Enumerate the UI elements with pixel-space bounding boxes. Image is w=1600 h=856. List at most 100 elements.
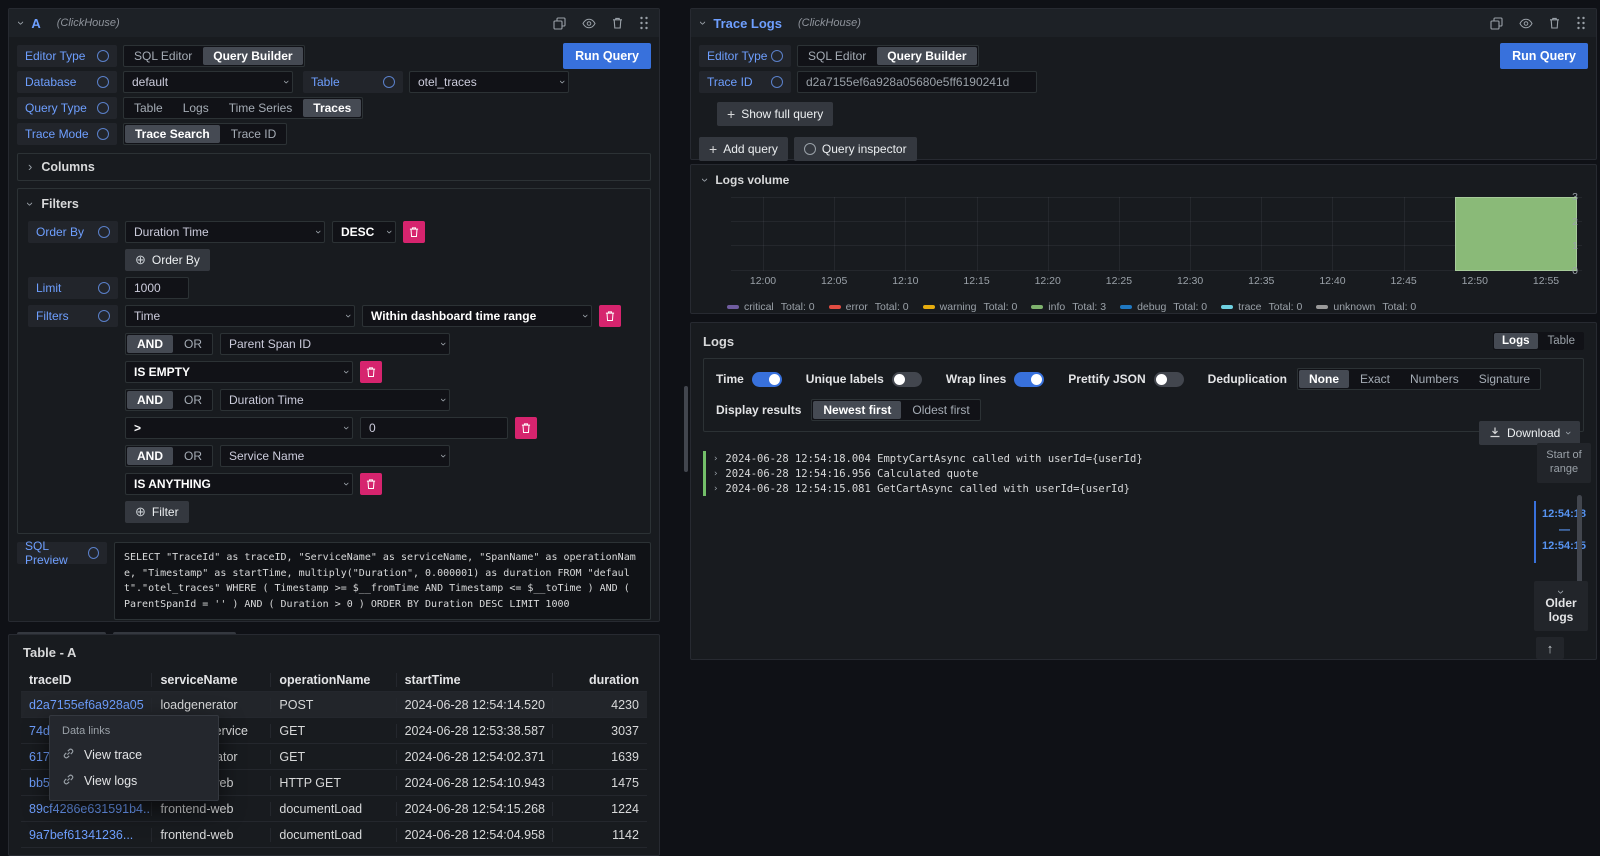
filter-field-select[interactable]: Service Name›: [220, 445, 450, 467]
query-type-traces[interactable]: Traces: [303, 99, 361, 117]
filter-field-select[interactable]: Duration Time›: [220, 389, 450, 411]
query-type-table[interactable]: Table: [124, 98, 173, 118]
filters-section-toggle[interactable]: › Filters: [28, 197, 640, 211]
older-logs-button[interactable]: › Older logs: [1534, 581, 1588, 631]
info-icon[interactable]: [98, 310, 110, 322]
info-log-volume-bar[interactable]: [1455, 197, 1577, 271]
or-option[interactable]: OR: [174, 334, 212, 354]
run-query-button[interactable]: Run Query: [563, 43, 651, 69]
vertical-scrollbar[interactable]: [684, 386, 688, 472]
dedup-signature[interactable]: Signature: [1469, 369, 1540, 389]
show-full-query-button[interactable]: +Show full query: [717, 102, 833, 126]
chevron-right-icon[interactable]: ›: [713, 454, 718, 464]
trash-icon[interactable]: [612, 17, 623, 29]
newest-first-option[interactable]: Newest first: [813, 401, 901, 419]
and-option[interactable]: AND: [127, 391, 173, 409]
add-order-by-button[interactable]: ⊕Order By: [125, 249, 210, 271]
dedup-none[interactable]: None: [1299, 370, 1349, 388]
log-row[interactable]: ›2024-06-28 12:54:16.956 Calculated quot…: [703, 466, 1513, 481]
limit-input[interactable]: 1000: [125, 277, 189, 299]
or-option[interactable]: OR: [174, 390, 212, 410]
run-query-button[interactable]: Run Query: [1500, 43, 1588, 69]
remove-filter-button[interactable]: [360, 361, 382, 383]
columns-section-toggle[interactable]: › Columns: [17, 153, 651, 181]
tab-table[interactable]: Table: [1540, 333, 1584, 349]
trace-id-input[interactable]: d2a7155ef6a928a05680e5ff6190241d: [797, 71, 1037, 93]
panel-a-title[interactable]: A: [31, 16, 40, 31]
dedup-numbers[interactable]: Numbers: [1400, 369, 1469, 389]
legend-item-critical[interactable]: criticalTotal: 0: [727, 301, 815, 313]
panel-b-title[interactable]: Trace Logs: [713, 16, 782, 31]
unique-labels-switch[interactable]: [892, 372, 922, 387]
cell-traceid[interactable]: d2a7155ef6a928a05: [21, 698, 152, 712]
drag-handle-icon[interactable]: [639, 16, 649, 30]
info-icon[interactable]: [383, 76, 395, 88]
filter-operator-select[interactable]: IS EMPTY›: [125, 361, 353, 383]
panel-b-header[interactable]: › Trace Logs (ClickHouse): [691, 9, 1596, 37]
prettify-json-switch[interactable]: [1154, 372, 1184, 387]
filter-operator-select[interactable]: >›: [125, 417, 353, 439]
chevron-right-icon[interactable]: ›: [713, 484, 718, 494]
tab-logs[interactable]: Logs: [1494, 333, 1537, 349]
info-icon[interactable]: [97, 76, 109, 88]
legend-item-warning[interactable]: warningTotal: 0: [923, 301, 1018, 313]
info-icon[interactable]: [97, 102, 109, 114]
logs-scrollbar[interactable]: [1577, 495, 1582, 585]
column-header-duration[interactable]: duration: [553, 673, 647, 687]
eye-icon[interactable]: [582, 18, 596, 29]
remove-filter-button[interactable]: [599, 305, 621, 327]
info-icon[interactable]: [771, 76, 783, 88]
remove-order-by-button[interactable]: [403, 221, 425, 243]
column-header-traceid[interactable]: traceID: [21, 673, 152, 687]
info-icon[interactable]: [98, 282, 110, 294]
info-icon[interactable]: [97, 50, 109, 62]
collapse-chevron-icon[interactable]: ›: [698, 21, 708, 25]
filter-field-select[interactable]: Parent Span ID›: [220, 333, 450, 355]
add-filter-button[interactable]: ⊕Filter: [125, 501, 189, 523]
trace-mode-id[interactable]: Trace ID: [221, 124, 287, 144]
duplicate-icon[interactable]: [553, 17, 566, 30]
duplicate-icon[interactable]: [1490, 17, 1503, 30]
query-type-timeseries[interactable]: Time Series: [219, 98, 303, 118]
collapse-chevron-icon[interactable]: ›: [16, 21, 26, 25]
download-button[interactable]: Download ›: [1479, 421, 1580, 445]
info-icon[interactable]: [771, 50, 783, 62]
trash-icon[interactable]: [1549, 17, 1560, 29]
panel-a-header[interactable]: › A (ClickHouse): [9, 9, 659, 37]
log-row[interactable]: ›2024-06-28 12:54:15.081 GetCartAsync ca…: [703, 481, 1513, 496]
filter-field-select[interactable]: Time›: [125, 305, 355, 327]
oldest-first-option[interactable]: Oldest first: [902, 400, 979, 420]
menu-item-view-trace[interactable]: View trace: [50, 742, 218, 768]
filter-value-select[interactable]: Within dashboard time range›: [362, 305, 592, 327]
cell-traceid[interactable]: 89cf4286e631591b4...: [21, 802, 152, 816]
column-header-operationname[interactable]: operationName: [271, 673, 396, 687]
dedup-exact[interactable]: Exact: [1350, 369, 1400, 389]
database-select[interactable]: default›: [123, 71, 293, 93]
tab-sql-editor[interactable]: SQL Editor: [798, 46, 876, 66]
remove-filter-button[interactable]: [360, 473, 382, 495]
logs-volume-header[interactable]: › Logs volume: [703, 173, 1584, 187]
tab-query-builder[interactable]: Query Builder: [203, 47, 302, 65]
info-icon[interactable]: [97, 128, 109, 140]
and-option[interactable]: AND: [127, 447, 173, 465]
tab-sql-editor[interactable]: SQL Editor: [124, 46, 202, 66]
time-switch[interactable]: [752, 372, 782, 387]
log-row[interactable]: ›2024-06-28 12:54:18.004 EmptyCartAsync …: [703, 451, 1513, 466]
or-option[interactable]: OR: [174, 446, 212, 466]
info-icon[interactable]: [98, 226, 110, 238]
filter-operator-select[interactable]: IS ANYTHING›: [125, 473, 353, 495]
query-inspector-button[interactable]: Query inspector: [794, 137, 917, 161]
legend-item-info[interactable]: infoTotal: 3: [1031, 301, 1106, 313]
legend-item-unknown[interactable]: unknownTotal: 0: [1316, 301, 1416, 313]
table-select[interactable]: otel_traces›: [409, 71, 569, 93]
trace-mode-search[interactable]: Trace Search: [125, 125, 220, 143]
add-query-button[interactable]: +Add query: [699, 137, 788, 161]
remove-filter-button[interactable]: [515, 417, 537, 439]
scroll-to-top-button[interactable]: ↑: [1536, 637, 1564, 659]
wrap-lines-switch[interactable]: [1014, 372, 1044, 387]
eye-icon[interactable]: [1519, 18, 1533, 29]
order-by-direction-select[interactable]: DESC›: [332, 221, 396, 243]
and-option[interactable]: AND: [127, 335, 173, 353]
query-type-logs[interactable]: Logs: [173, 98, 219, 118]
tab-query-builder[interactable]: Query Builder: [877, 47, 976, 65]
